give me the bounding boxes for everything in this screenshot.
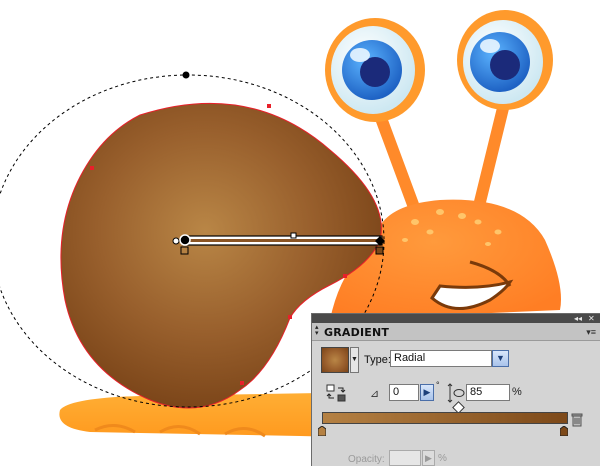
angle-icon: ⊿	[370, 388, 380, 400]
reverse-gradient-icon[interactable]	[326, 384, 346, 402]
annotator-start-stop[interactable]	[180, 246, 189, 255]
panel-topbar: ◂◂ ✕	[312, 314, 600, 323]
swatch-dropdown-button[interactable]: ▼	[350, 347, 359, 373]
right-eye-stalk	[472, 94, 511, 216]
ellipse-handle[interactable]	[182, 71, 190, 79]
gradient-panel: ◂◂ ✕ ▴ ▾ GRADIENT ▾≡ ▼ Type: Radial ▼ ⊿ 0…	[311, 313, 600, 466]
left-eye	[325, 18, 425, 122]
gradient-swatch[interactable]	[321, 347, 349, 373]
angle-unit: °	[436, 380, 440, 390]
trash-icon[interactable]	[571, 413, 583, 427]
opacity-input[interactable]	[389, 450, 421, 466]
angle-dropdown-arrow-icon[interactable]: ▶	[420, 384, 434, 401]
tab-arrows-icon[interactable]: ▴ ▾	[315, 324, 319, 337]
annotator-center[interactable]	[179, 234, 191, 246]
annotator-midpoint[interactable]	[290, 232, 297, 239]
type-dropdown-arrow-icon[interactable]: ▼	[492, 350, 509, 367]
aspect-unit: %	[512, 386, 522, 398]
type-label: Type:	[364, 354, 391, 366]
annotator-end-stop[interactable]	[375, 246, 384, 255]
panel-menu-icon[interactable]: ▾≡	[586, 327, 596, 338]
panel-tab[interactable]: ▴ ▾ GRADIENT ▾≡	[312, 323, 600, 341]
opacity-unit: %	[438, 453, 447, 464]
aspect-ratio-input[interactable]: 85	[466, 384, 510, 401]
panel-title: GRADIENT	[324, 326, 390, 339]
close-icon[interactable]: ✕	[588, 314, 595, 323]
left-eye-stalk	[372, 104, 424, 224]
angle-input[interactable]: 0	[389, 384, 419, 401]
aspect-ratio-icon	[447, 383, 465, 403]
color-stop-start[interactable]	[318, 426, 326, 436]
double-left-arrow-icon[interactable]: ◂◂	[574, 314, 582, 323]
right-eye	[457, 10, 553, 110]
opacity-dropdown-arrow-icon[interactable]: ▶	[422, 450, 435, 466]
opacity-label: Opacity:	[348, 454, 385, 465]
color-stop-end[interactable]	[560, 426, 568, 436]
gradient-slider[interactable]	[322, 412, 568, 424]
annotator-origin[interactable]	[172, 237, 180, 245]
type-select[interactable]: Radial	[390, 350, 492, 367]
